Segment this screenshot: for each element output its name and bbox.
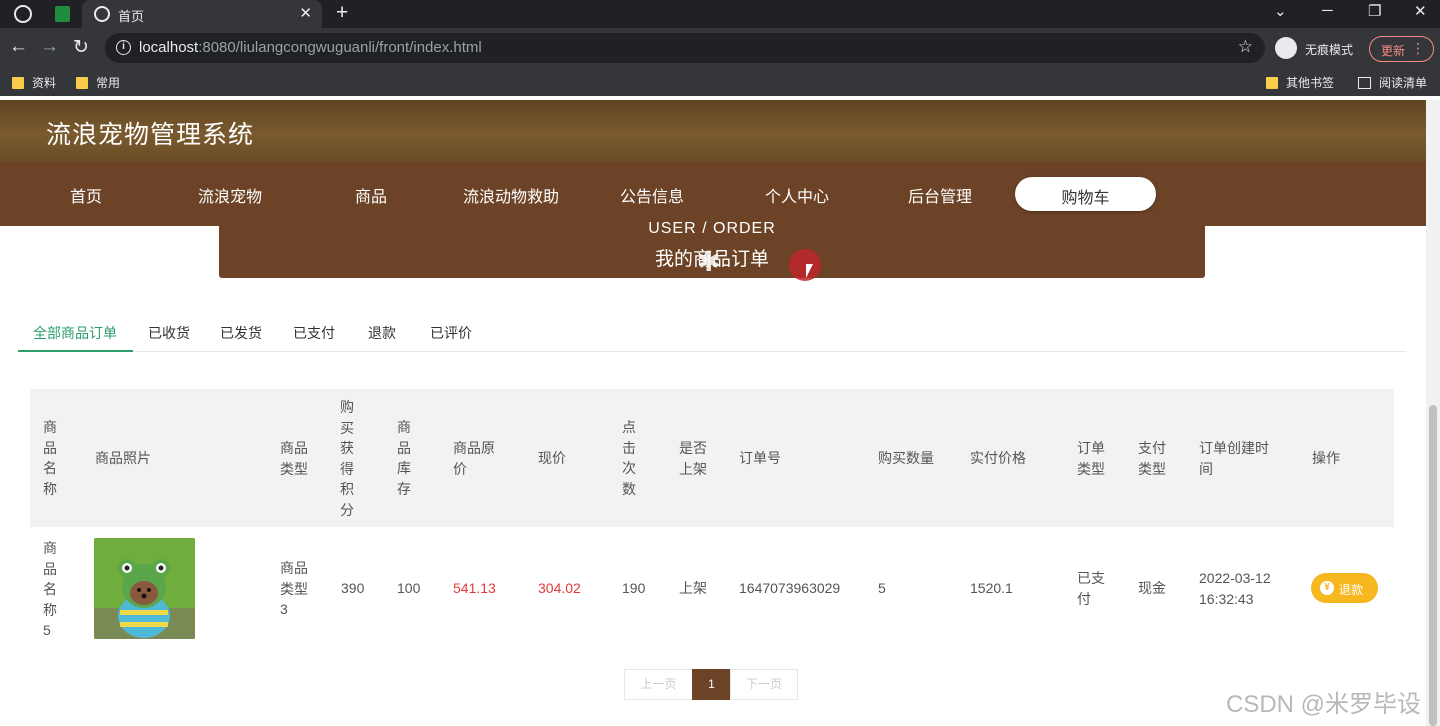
cell-pay-type: 现金 bbox=[1138, 580, 1166, 596]
tab-search-icon[interactable]: ⌄ bbox=[1274, 2, 1287, 20]
page-scrollbar[interactable] bbox=[1426, 100, 1440, 726]
update-button[interactable]: 更新 ⋮ bbox=[1369, 36, 1434, 62]
tab-refund[interactable]: 退款 bbox=[368, 323, 396, 343]
nav-stray-pets[interactable]: 流浪宠物 bbox=[198, 183, 262, 207]
cell-price: 304.02 bbox=[538, 580, 581, 596]
nav-admin[interactable]: 后台管理 bbox=[908, 183, 972, 207]
col-header-created: 订单创建时间 bbox=[1199, 440, 1269, 477]
tab-received[interactable]: 已收货 bbox=[148, 323, 190, 343]
order-tabs: 全部商品订单 已收货 已发货 已支付 退款 已评价 bbox=[18, 318, 1406, 352]
cell-order-type: 已支付 bbox=[1077, 570, 1105, 607]
product-photo[interactable] bbox=[94, 538, 195, 639]
cell-created: 2022-03-12 16:32:43 bbox=[1199, 570, 1271, 607]
cell-points: 390 bbox=[341, 580, 365, 596]
active-tab-indicator bbox=[18, 350, 133, 352]
maximize-icon[interactable]: ❐ bbox=[1368, 2, 1381, 20]
cell-name: 商品名称5 bbox=[43, 540, 57, 638]
col-header-paid: 实付价格 bbox=[970, 450, 1026, 466]
bookmark-folder[interactable]: 常用 bbox=[76, 74, 120, 91]
col-header-order-no: 订单号 bbox=[739, 450, 781, 466]
col-header-on-shelf: 是否上架 bbox=[679, 440, 707, 477]
bookmark-folder[interactable]: 其他书签 bbox=[1266, 74, 1334, 91]
close-icon[interactable]: ✕ bbox=[299, 4, 312, 22]
tab-title: 首页 bbox=[118, 9, 145, 24]
bookmark-folder[interactable]: 资料 bbox=[12, 74, 56, 91]
col-header-original-price: 商品原价 bbox=[453, 440, 495, 477]
reading-list-icon bbox=[1358, 77, 1371, 89]
col-header-type: 商品类型 bbox=[280, 440, 308, 477]
minimize-icon[interactable]: ─ bbox=[1322, 2, 1333, 19]
folder-icon bbox=[76, 77, 88, 89]
browser-tab-bar: 首页 ✕ + ⌄ ─ ❐ ✕ bbox=[0, 0, 1440, 28]
sheets-tab-icon[interactable] bbox=[55, 6, 70, 22]
cell-original-price: 541.13 bbox=[453, 580, 496, 596]
col-header-action: 操作 bbox=[1312, 450, 1340, 466]
mouse-cursor-icon bbox=[806, 264, 813, 278]
bookmarks-bar: 资料 常用 其他书签 阅读清单 bbox=[0, 68, 1440, 96]
nav-cart[interactable]: 购物车 bbox=[1015, 177, 1156, 211]
incognito-label: 无痕模式 bbox=[1305, 43, 1354, 57]
folder-icon bbox=[12, 77, 24, 89]
cell-paid: 1520.1 bbox=[970, 580, 1013, 596]
nav-notices[interactable]: 公告信息 bbox=[620, 183, 684, 207]
cell-on-shelf: 上架 bbox=[679, 580, 707, 596]
tab-reviewed[interactable]: 已评价 bbox=[430, 323, 472, 343]
new-tab-icon[interactable]: + bbox=[336, 1, 348, 25]
nav-personal-center[interactable]: 个人中心 bbox=[765, 183, 829, 207]
tab-shipped[interactable]: 已发货 bbox=[220, 323, 262, 343]
reload-icon[interactable]: ↻ bbox=[73, 36, 89, 59]
tab-favicon-icon bbox=[94, 6, 110, 22]
info-icon[interactable]: i bbox=[116, 40, 131, 55]
incognito-icon[interactable] bbox=[1275, 37, 1297, 59]
url-text[interactable]: localhost:8080/liulangcongwuguanli/front… bbox=[139, 39, 482, 56]
nav-home[interactable]: 首页 bbox=[70, 183, 102, 207]
nav-rescue[interactable]: 流浪动物救助 bbox=[463, 183, 559, 207]
col-header-stock: 商品库存 bbox=[397, 419, 411, 497]
refund-button[interactable]: ¥ 退款 bbox=[1311, 573, 1378, 603]
tab-all-orders[interactable]: 全部商品订单 bbox=[33, 323, 117, 343]
col-header-photo: 商品照片 bbox=[95, 450, 151, 466]
cursor-highlight bbox=[789, 249, 821, 281]
table-header bbox=[30, 389, 1394, 527]
nav-goods[interactable]: 商品 bbox=[355, 183, 387, 207]
prev-page-button[interactable]: 上一页 bbox=[624, 669, 693, 700]
col-header-name: 商品名称 bbox=[43, 419, 57, 497]
col-header-clicks: 点击次数 bbox=[622, 419, 636, 497]
col-header-points: 购买获得积分 bbox=[340, 399, 354, 518]
reading-list[interactable]: 阅读清单 bbox=[1358, 74, 1427, 91]
col-header-price: 现价 bbox=[538, 450, 566, 466]
cell-stock: 100 bbox=[397, 580, 421, 596]
tab-paid[interactable]: 已支付 bbox=[293, 323, 335, 343]
page-1-button[interactable]: 1 bbox=[692, 669, 731, 700]
bookmark-star-icon[interactable]: ☆ bbox=[1238, 37, 1253, 57]
loading-spinner-icon: ✱ bbox=[697, 246, 721, 277]
folder-icon bbox=[1266, 77, 1278, 89]
back-icon[interactable]: ← bbox=[9, 36, 28, 58]
more-icon: ⋮ bbox=[1411, 40, 1425, 56]
browser-tab-active[interactable]: 首页 ✕ bbox=[82, 0, 322, 28]
forward-icon[interactable]: → bbox=[40, 36, 59, 58]
address-bar[interactable]: i localhost:8080/liulangcongwuguanli/fro… bbox=[105, 33, 1265, 63]
watermark: CSDN @米罗毕设 bbox=[1226, 691, 1422, 718]
next-page-button[interactable]: 下一页 bbox=[730, 669, 798, 700]
close-window-icon[interactable]: ✕ bbox=[1414, 2, 1427, 20]
site-title: 流浪宠物管理系统 bbox=[46, 121, 255, 149]
yen-icon: ¥ bbox=[1320, 581, 1334, 595]
col-header-pay-type: 支付类型 bbox=[1138, 440, 1166, 477]
banner-subtitle: USER / ORDER bbox=[648, 220, 776, 237]
globe-icon[interactable] bbox=[14, 5, 32, 23]
scrollbar-thumb[interactable] bbox=[1429, 405, 1437, 726]
browser-toolbar: ← → ↻ i localhost:8080/liulangcongwuguan… bbox=[0, 28, 1440, 68]
col-header-order-type: 订单类型 bbox=[1077, 440, 1105, 477]
cell-qty: 5 bbox=[878, 580, 886, 596]
dog-photo-icon bbox=[94, 538, 195, 639]
col-header-qty: 购买数量 bbox=[878, 450, 934, 466]
cell-clicks: 190 bbox=[622, 580, 646, 596]
cell-order-no: 1647073963029 bbox=[739, 580, 841, 596]
cell-type: 商品类型3 bbox=[280, 560, 308, 617]
